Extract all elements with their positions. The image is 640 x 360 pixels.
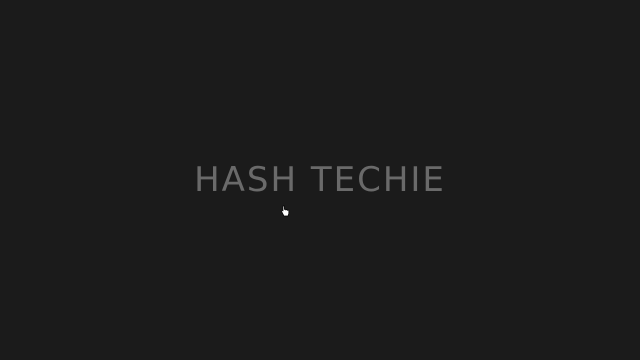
page-background: HASH TECHIE <box>0 0 640 360</box>
hand-pointer-icon <box>280 205 290 217</box>
brand-title: HASH TECHIE <box>194 160 446 200</box>
